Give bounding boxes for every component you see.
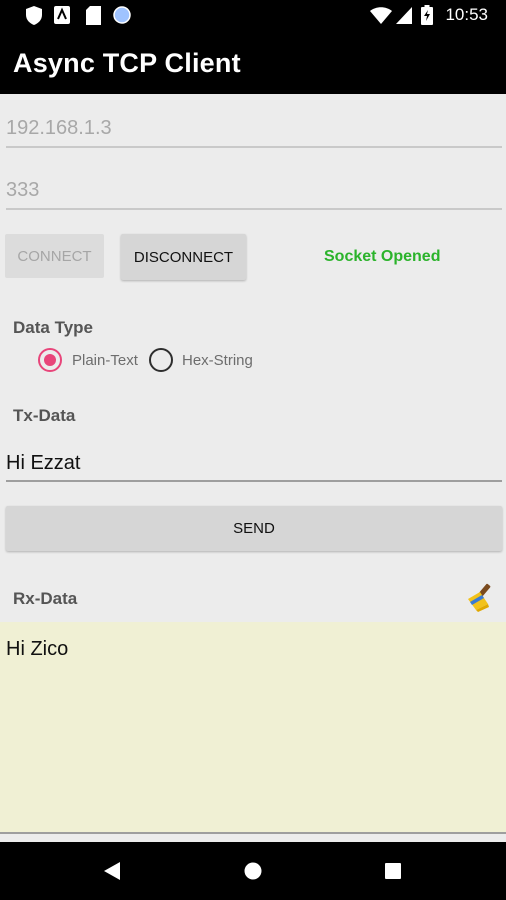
photos-icon [54, 6, 70, 24]
circle-icon [113, 6, 131, 24]
ip-address-field[interactable]: 192.168.1.3 [6, 106, 502, 148]
app-title: Async TCP Client [13, 48, 241, 78]
hex-string-radio-label[interactable]: Hex-String [182, 352, 253, 369]
connect-button[interactable]: CONNECT [5, 234, 104, 278]
rx-data-area[interactable]: Hi Zico [0, 622, 506, 834]
status-time: 10:53 [445, 5, 488, 24]
rx-data-label: Rx-Data [13, 589, 78, 608]
disconnect-button[interactable]: DISCONNECT [121, 234, 246, 280]
shield-icon [26, 6, 42, 25]
port-field[interactable]: 333 [6, 168, 502, 210]
tx-data-input[interactable]: Hi Ezzat [6, 446, 502, 482]
recents-icon[interactable] [385, 863, 401, 879]
plain-text-radio[interactable] [38, 348, 62, 372]
main-content: 192.168.1.3 333 CONNECT DISCONNECT Socke… [0, 94, 506, 842]
tx-data-value: Hi Ezzat [6, 452, 81, 474]
rx-data-value: Hi Zico [6, 638, 69, 660]
status-bar: 10:53 [0, 0, 506, 31]
port-value: 333 [6, 179, 40, 201]
back-icon[interactable] [104, 862, 120, 880]
send-button[interactable]: SEND [6, 506, 502, 551]
app-bar: Async TCP Client [0, 31, 506, 94]
hex-string-radio[interactable] [149, 348, 173, 372]
tx-data-label: Tx-Data [13, 406, 76, 425]
sd-card-icon [86, 6, 101, 25]
home-icon[interactable] [244, 862, 262, 880]
socket-status-text: Socket Opened [324, 248, 441, 265]
broom-icon[interactable] [464, 582, 494, 612]
ip-address-value: 192.168.1.3 [6, 117, 112, 139]
signal-icon [396, 7, 412, 24]
navigation-bar [0, 842, 506, 900]
plain-text-radio-label[interactable]: Plain-Text [72, 352, 138, 369]
battery-icon [421, 5, 433, 25]
wifi-icon [370, 7, 392, 24]
data-type-label: Data Type [13, 318, 93, 337]
